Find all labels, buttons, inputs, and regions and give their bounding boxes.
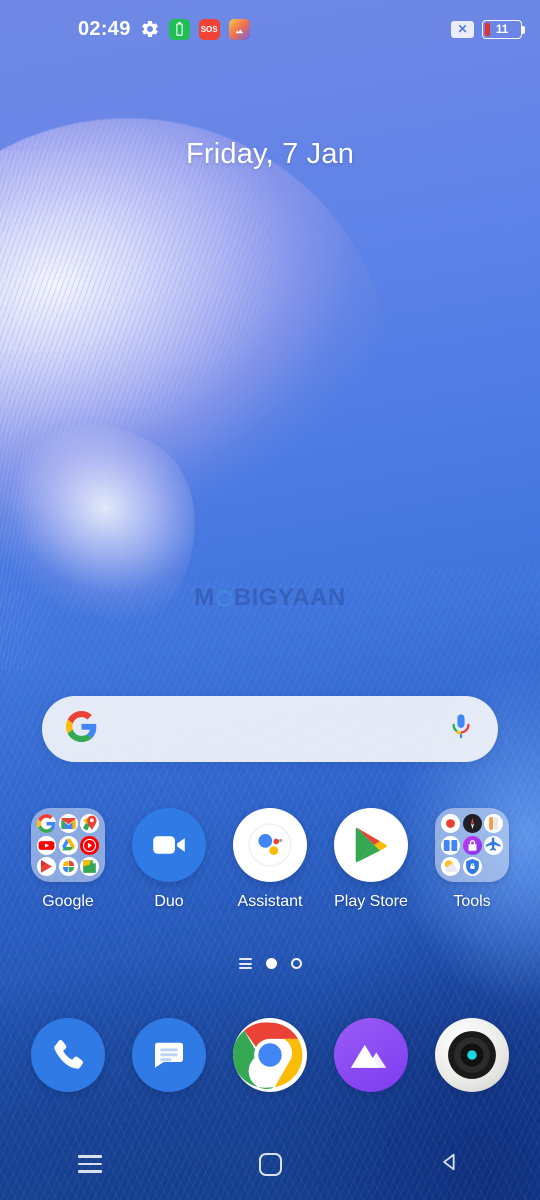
dock-item-camera[interactable] xyxy=(428,1018,516,1092)
page-dot-inactive[interactable] xyxy=(290,958,302,969)
drive-icon xyxy=(58,835,78,855)
status-bar[interactable]: 02:49 SOS ✕ 11 xyxy=(0,0,540,58)
back-icon xyxy=(439,1151,461,1178)
app-label: Google xyxy=(42,893,94,910)
theme-store-icon xyxy=(484,814,503,833)
app-cell-play-store[interactable]: Play Store xyxy=(327,808,415,911)
dock-item-messages[interactable] xyxy=(125,1018,213,1092)
sos-icon: SOS xyxy=(198,18,220,40)
watermark-prefix: M xyxy=(194,584,215,611)
maps-icon xyxy=(80,814,99,833)
settings-gear-icon xyxy=(140,19,160,39)
chrome-icon[interactable] xyxy=(233,1018,307,1092)
folder-preview-grid xyxy=(435,808,509,882)
recents-icon xyxy=(78,1155,102,1173)
youtube-icon xyxy=(37,835,56,855)
status-bar-right: ✕ 11 xyxy=(451,19,525,39)
app-label: Play Store xyxy=(334,893,408,910)
messages-icon[interactable] xyxy=(132,1018,206,1092)
home-icon xyxy=(258,1152,282,1176)
app-cell-assistant[interactable]: Assistant xyxy=(226,808,314,911)
status-bar-clock: 02:49 xyxy=(78,17,131,40)
watermark-suffix: BIGYAAN xyxy=(233,584,346,611)
back-button[interactable] xyxy=(405,1139,495,1189)
home-button[interactable] xyxy=(225,1139,315,1189)
microphone-icon[interactable] xyxy=(448,712,474,747)
app-drawer-lines-icon[interactable] xyxy=(238,958,252,969)
search-input[interactable] xyxy=(97,696,448,762)
page-dot-active[interactable] xyxy=(265,958,277,969)
app-label: Duo xyxy=(154,893,184,910)
play-store-icon[interactable] xyxy=(334,808,408,882)
battery-icon: 11 xyxy=(482,19,525,39)
assistant-icon[interactable] xyxy=(233,808,307,882)
status-bar-left: 02:49 SOS xyxy=(78,18,250,41)
theme-store-icon xyxy=(228,18,250,40)
watermark: M BIGYAAN xyxy=(0,584,540,612)
google-search-bar[interactable] xyxy=(42,696,498,762)
app-cell-duo[interactable]: Duo xyxy=(125,808,213,911)
phone-icon[interactable] xyxy=(31,1018,105,1092)
youtube-music-icon xyxy=(80,835,99,855)
keep-icon xyxy=(80,857,99,876)
dock xyxy=(0,1018,540,1092)
date-widget[interactable]: Friday, 7 Jan xyxy=(0,138,540,171)
airplane-icon xyxy=(484,835,503,855)
recents-button[interactable] xyxy=(45,1139,135,1189)
navigation-bar xyxy=(0,1128,540,1200)
page-indicator[interactable] xyxy=(0,958,540,969)
play-movies-icon xyxy=(37,857,56,876)
camera-icon[interactable] xyxy=(435,1018,509,1092)
dock-item-phone[interactable] xyxy=(24,1018,112,1092)
duo-icon[interactable] xyxy=(132,808,206,882)
dock-item-chrome[interactable] xyxy=(226,1018,314,1092)
date-text: Friday, 7 Jan xyxy=(185,138,355,170)
calculator-icon xyxy=(441,835,460,855)
folder-empty-slot xyxy=(484,857,503,876)
tools-folder[interactable] xyxy=(435,808,509,882)
app-grid: Google Duo Assistant Play Store Tools xyxy=(0,808,540,911)
app-cell-google[interactable]: Google xyxy=(24,808,112,911)
photos-icon xyxy=(58,857,78,876)
app-label: Tools xyxy=(453,893,491,910)
folder-preview-grid xyxy=(31,808,105,882)
dock-item-gallery[interactable] xyxy=(327,1018,415,1092)
app-cell-tools[interactable]: Tools xyxy=(428,808,516,911)
battery-percent-label: 11 xyxy=(495,22,509,36)
gmail-icon xyxy=(58,814,78,833)
app-label: Assistant xyxy=(237,893,303,910)
recorder-icon xyxy=(441,814,460,833)
google-g-icon xyxy=(37,814,56,833)
app-lock-icon xyxy=(462,835,482,855)
watermark-o-icon xyxy=(215,590,233,607)
battery-saver-icon xyxy=(168,18,190,40)
no-sim-icon: ✕ xyxy=(451,20,474,38)
security-icon xyxy=(462,857,482,876)
compass-icon xyxy=(462,814,482,833)
google-g-icon xyxy=(66,711,97,747)
google-folder[interactable] xyxy=(31,808,105,882)
gallery-icon[interactable] xyxy=(334,1018,408,1092)
weather-icon xyxy=(441,857,460,876)
